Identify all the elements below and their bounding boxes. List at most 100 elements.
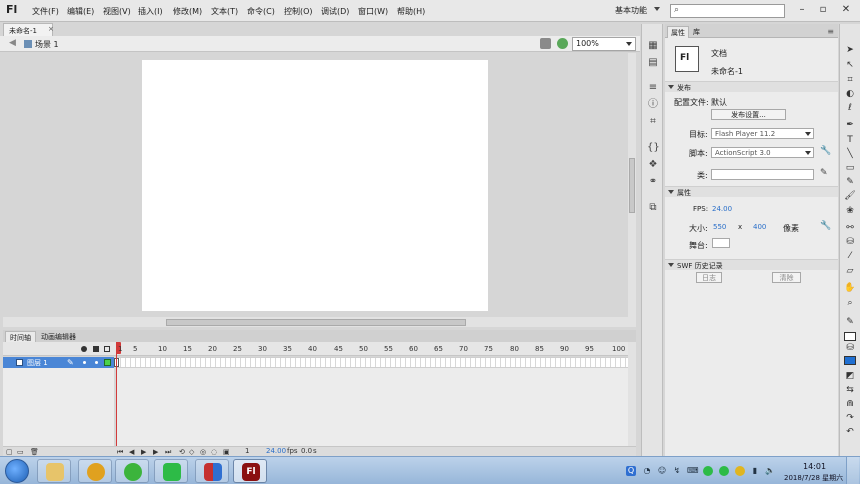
history-panel-icon[interactable]: ⧉ [647, 202, 659, 213]
frames-row[interactable] [116, 357, 628, 368]
eyedropper-tool-icon[interactable]: ⁄ [843, 250, 857, 262]
tab-properties[interactable]: 属性 [667, 26, 689, 38]
edit-symbols-icon[interactable] [557, 38, 568, 49]
motion-presets-icon[interactable]: ⚭ [647, 176, 659, 187]
menu-text[interactable]: 文本(T) [211, 6, 238, 17]
tray-icon[interactable]: ☺ [657, 466, 667, 476]
publish-section-header[interactable]: 发布 [665, 81, 838, 92]
stage-height-value[interactable]: 400 [753, 223, 766, 231]
fps-hot-value[interactable]: 24.00 [712, 205, 732, 213]
menu-control[interactable]: 控制(O) [284, 6, 313, 17]
zoom-select[interactable]: 100% [572, 37, 636, 51]
menu-edit[interactable]: 编辑(E) [67, 6, 94, 17]
scrollbar-thumb[interactable] [166, 319, 466, 326]
taskbar-app-yellow[interactable] [78, 459, 112, 483]
menu-file[interactable]: 文件(F) [32, 6, 59, 17]
close-tab-icon[interactable]: × [48, 25, 54, 33]
edit-scene-icon[interactable] [540, 38, 551, 49]
eye-icon[interactable] [81, 346, 87, 352]
smooth-icon[interactable]: ↷ [843, 412, 857, 424]
new-folder-icon[interactable]: ▭ [17, 448, 24, 456]
taskbar-wechat[interactable] [154, 459, 188, 483]
tray-icon[interactable] [719, 466, 729, 476]
zoom-tool-icon[interactable]: ⌕ [843, 297, 857, 309]
delete-layer-icon[interactable]: 🗑 [30, 448, 39, 456]
outline-icon[interactable] [104, 346, 110, 352]
stage-width-value[interactable]: 550 [713, 223, 726, 231]
align-panel-icon[interactable]: ≡ [647, 82, 659, 93]
info-panel-icon[interactable]: ⓘ [647, 99, 659, 110]
tab-library[interactable]: 库 [690, 26, 703, 38]
edit-class-pencil-icon[interactable]: ✎ [820, 168, 828, 178]
document-tab[interactable]: 未命名-1 × [3, 23, 54, 36]
layer-row[interactable]: 图层 1 ✎ [3, 357, 114, 368]
menu-commands[interactable]: 命令(C) [247, 6, 275, 17]
black-white-icon[interactable]: ◩ [843, 370, 857, 382]
workspace-switcher[interactable]: 基本功能 [615, 5, 647, 16]
target-select[interactable]: Flash Player 11.2 [711, 128, 814, 139]
doc-name[interactable]: 未命名-1 [711, 66, 743, 77]
menu-debug[interactable]: 调试(D) [321, 6, 349, 17]
next-frame-icon[interactable]: ▶ [153, 448, 158, 456]
taskbar-browser[interactable] [115, 459, 149, 483]
help-search-input[interactable]: ⌕ [670, 4, 785, 18]
snap-to-objects-icon[interactable]: ⋒ [843, 398, 857, 410]
panel-menu-icon[interactable]: ≡ [827, 27, 834, 36]
back-arrow-icon[interactable]: ◀ [9, 38, 16, 48]
color-panel-icon[interactable]: ▤ [647, 57, 659, 68]
eraser-tool-icon[interactable]: ▱ [843, 265, 857, 277]
input-method-icon[interactable]: Q [626, 466, 636, 476]
class-input[interactable] [711, 169, 814, 180]
rectangle-tool-icon[interactable]: ▭ [843, 162, 857, 174]
lock-icon[interactable] [93, 346, 99, 352]
taskbar-winrar[interactable] [195, 459, 229, 483]
scrollbar-thumb[interactable] [629, 158, 635, 213]
tray-icon[interactable]: ↯ [672, 466, 682, 476]
tray-icon[interactable]: ⌨ [687, 466, 699, 476]
tray-icon[interactable] [735, 466, 745, 476]
transform-panel-icon[interactable]: ⌗ [647, 116, 659, 127]
stage-vertical-scrollbar[interactable] [628, 53, 636, 317]
clock-time[interactable]: 14:01 [803, 462, 826, 471]
pencil-tool-icon[interactable]: ✎ [843, 176, 857, 188]
brush-tool-icon[interactable]: 🖌 [843, 190, 857, 202]
code-snippets-icon[interactable]: {} [647, 142, 660, 153]
document-settings-icon[interactable]: 🔧 [820, 221, 831, 231]
center-frame-icon[interactable]: ◇ [189, 448, 194, 456]
menu-insert[interactable]: 插入(I) [138, 6, 163, 17]
lasso-tool-icon[interactable]: ℓ [843, 102, 857, 114]
lock-dot-icon[interactable] [95, 361, 98, 364]
edit-multiple-frames-icon[interactable]: ▣ [223, 448, 230, 456]
new-layer-icon[interactable]: ▢ [6, 448, 13, 456]
close-button[interactable]: ✕ [839, 4, 853, 16]
menu-help[interactable]: 帮助(H) [397, 6, 425, 17]
stage-color-swatch[interactable] [712, 238, 730, 248]
fill-color-swatch[interactable] [844, 356, 856, 365]
clear-button[interactable]: 清除 [772, 272, 801, 283]
text-tool-icon[interactable]: T [843, 134, 857, 146]
taskbar-explorer[interactable] [37, 459, 71, 483]
paint-bucket-tool-icon[interactable]: ⛁ [843, 236, 857, 248]
stage-horizontal-scrollbar[interactable] [3, 317, 636, 327]
outline-color-icon[interactable] [104, 359, 111, 366]
stroke-color-swatch[interactable] [844, 332, 856, 341]
hand-tool-icon[interactable]: ✋ [843, 282, 857, 294]
swap-colors-icon[interactable]: ⇆ [843, 384, 857, 396]
visibility-dot-icon[interactable] [83, 361, 86, 364]
onion-outline-icon[interactable]: ◌ [211, 448, 217, 456]
minimize-button[interactable]: – [795, 4, 809, 16]
prev-frame-icon[interactable]: ◀ [129, 448, 134, 456]
wechat-tray-icon[interactable] [703, 466, 713, 476]
straighten-icon[interactable]: ↶ [843, 426, 857, 438]
menu-window[interactable]: 窗口(W) [358, 6, 388, 17]
volume-icon[interactable]: 🔈 [765, 466, 775, 476]
subselection-tool-icon[interactable]: ↖ [843, 59, 857, 71]
scene-breadcrumb[interactable]: 场景 1 [35, 39, 59, 50]
onion-skin-icon[interactable]: ◎ [200, 448, 206, 456]
timeline-vertical-scrollbar[interactable] [628, 342, 636, 446]
menu-view[interactable]: 视图(V) [103, 6, 131, 17]
tray-icon[interactable]: ◔ [642, 466, 652, 476]
stage-canvas[interactable] [142, 60, 488, 311]
3d-rotation-tool-icon[interactable]: ◐ [843, 88, 857, 100]
fps-value[interactable]: 24.00 [266, 447, 286, 455]
